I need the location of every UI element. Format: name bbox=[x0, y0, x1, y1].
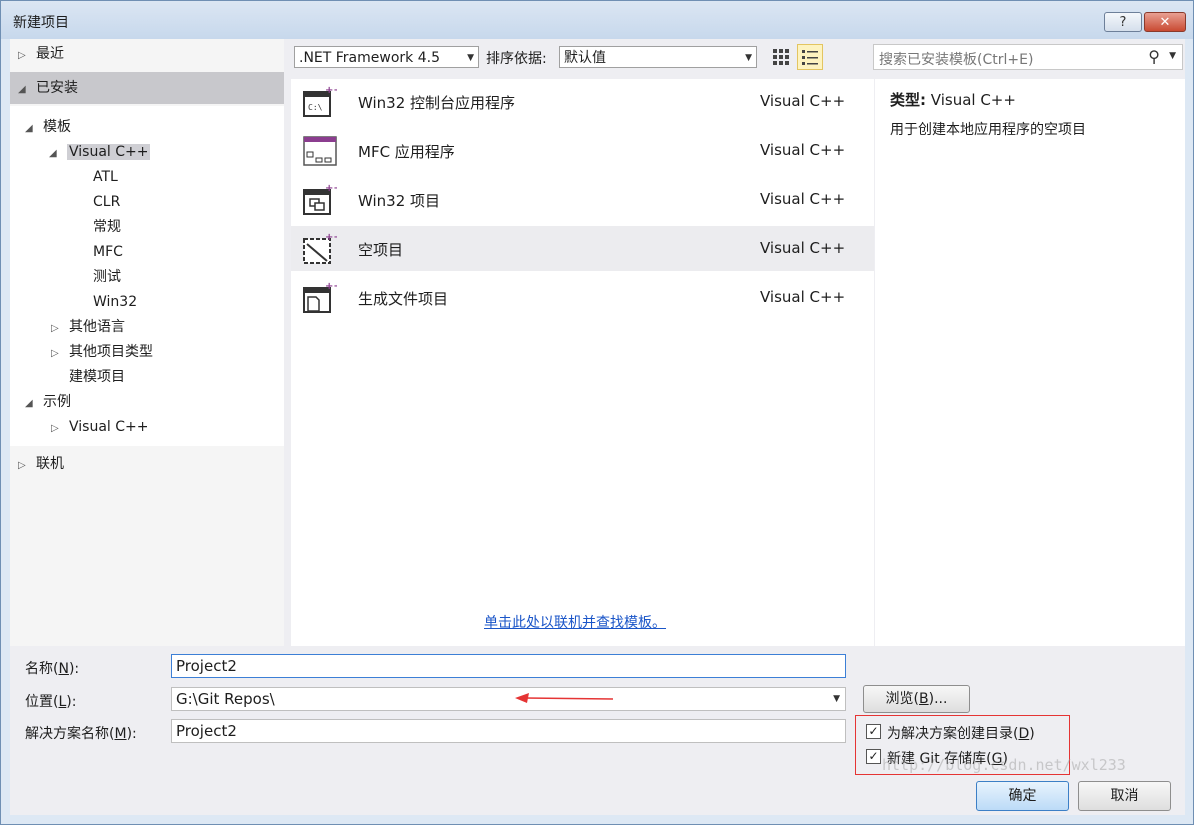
grid-view-icon bbox=[773, 49, 789, 65]
tree-item-mfc[interactable]: MFC bbox=[93, 240, 123, 264]
create-directory-checkbox[interactable]: ✓ bbox=[866, 724, 881, 739]
template-language: Visual C++ bbox=[760, 141, 846, 159]
search-placeholder: 搜索已安装模板(Ctrl+E) bbox=[879, 52, 1034, 68]
template-language: Visual C++ bbox=[760, 92, 846, 110]
solution-name-input[interactable]: Project2 bbox=[171, 719, 846, 743]
tree-item-visual-cpp[interactable]: ◢ Visual C++ bbox=[49, 140, 151, 166]
expand-arrow-icon[interactable]: ▷ bbox=[18, 44, 36, 68]
tree-item-modeling[interactable]: 建模项目 bbox=[69, 365, 125, 389]
template-name: 空项目 bbox=[358, 241, 404, 259]
template-name: 生成文件项目 bbox=[358, 290, 449, 308]
empty-project-icon: ++ bbox=[303, 232, 337, 264]
tree-item-atl[interactable]: ATL bbox=[93, 165, 118, 189]
close-icon: ✕ bbox=[1159, 15, 1171, 30]
collapse-arrow-icon[interactable]: ◢ bbox=[25, 392, 43, 416]
tree-item-general[interactable]: 常规 bbox=[93, 215, 121, 239]
template-row[interactable]: ++ 生成文件项目 Visual C++ bbox=[291, 275, 874, 320]
chevron-down-icon[interactable]: ▼ bbox=[833, 688, 840, 710]
tree-item-clr[interactable]: CLR bbox=[93, 190, 120, 214]
location-combobox[interactable]: G:\Git Repos\ ▼ bbox=[171, 687, 846, 711]
find-templates-online-link[interactable]: 单击此处以联机并查找模板。 bbox=[484, 612, 666, 632]
expand-arrow-icon[interactable]: ▷ bbox=[51, 342, 69, 366]
svg-text:C:\: C:\ bbox=[308, 103, 323, 112]
description-panel: 类型: Visual C++ 用于创建本地应用程序的空项目 bbox=[875, 79, 1185, 646]
location-label: 位置(L): bbox=[25, 694, 77, 710]
red-arrow-annotation-icon bbox=[515, 693, 614, 703]
template-language: Visual C++ bbox=[760, 239, 846, 257]
browse-button[interactable]: 浏览(B)... bbox=[863, 685, 970, 713]
expand-arrow-icon[interactable]: ▷ bbox=[18, 454, 36, 478]
project-name-input[interactable]: Project2 bbox=[171, 654, 846, 678]
close-button[interactable]: ✕ bbox=[1144, 12, 1186, 32]
template-name: Win32 控制台应用程序 bbox=[358, 94, 516, 112]
dialog-title: 新建项目 bbox=[13, 15, 69, 31]
new-git-repo-label[interactable]: 新建 Git 存储库(G) bbox=[887, 748, 1008, 768]
grid-view-button[interactable] bbox=[768, 44, 794, 70]
create-directory-label[interactable]: 为解决方案创建目录(D) bbox=[887, 723, 1035, 743]
svg-text:++: ++ bbox=[325, 85, 337, 96]
dialog-content: ▷ 最近 ◢ 已安装 ◢ 模板 ◢ Visual C++ ATL CLR 常规 MFC … bbox=[10, 39, 1185, 815]
new-git-repo-checkbox[interactable]: ✓ bbox=[866, 749, 881, 764]
tree-item-test[interactable]: 测试 bbox=[93, 265, 121, 289]
tree-item-samples-visual-cpp[interactable]: ▷ Visual C++ bbox=[51, 415, 148, 439]
tree-item-installed[interactable]: ◢ 已安装 bbox=[18, 76, 78, 100]
template-list: C:\ ++ Win32 控制台应用程序 Visual C++ MFC 应用程序… bbox=[291, 79, 874, 646]
ok-button[interactable]: 确定 bbox=[976, 781, 1069, 811]
win32-project-icon: ++ bbox=[303, 183, 337, 215]
mfc-app-icon bbox=[303, 136, 337, 166]
template-description: 用于创建本地应用程序的空项目 bbox=[890, 122, 1086, 138]
template-row[interactable]: C:\ ++ Win32 控制台应用程序 Visual C++ bbox=[291, 79, 874, 124]
collapse-arrow-icon[interactable]: ◢ bbox=[49, 142, 67, 166]
collapse-arrow-icon[interactable]: ◢ bbox=[18, 78, 36, 102]
tree-item-samples[interactable]: ◢ 示例 bbox=[25, 390, 71, 414]
title-bar: 新建项目 ? ✕ bbox=[1, 1, 1193, 39]
template-name: Win32 项目 bbox=[358, 192, 441, 210]
tree-item-win32[interactable]: Win32 bbox=[93, 290, 137, 314]
expand-arrow-icon[interactable]: ▷ bbox=[51, 417, 69, 441]
tree-item-templates[interactable]: ◢ 模板 bbox=[25, 115, 71, 139]
template-type: 类型: Visual C++ bbox=[890, 91, 1016, 109]
template-search-input[interactable]: 搜索已安装模板(Ctrl+E) ⚲ ▼ bbox=[873, 44, 1183, 70]
tree-item-other-languages[interactable]: ▷ 其他语言 bbox=[51, 315, 125, 339]
template-language: Visual C++ bbox=[760, 190, 846, 208]
list-view-icon bbox=[802, 50, 818, 65]
console-app-icon: C:\ ++ bbox=[303, 85, 337, 117]
sort-select[interactable]: 默认值 ▼ bbox=[559, 46, 757, 68]
template-row[interactable]: MFC 应用程序 Visual C++ bbox=[291, 128, 874, 173]
search-icon[interactable]: ⚲ bbox=[1148, 47, 1160, 66]
svg-text:++: ++ bbox=[325, 183, 337, 194]
tree-item-online[interactable]: ▷ 联机 bbox=[18, 452, 64, 476]
help-icon: ? bbox=[1119, 15, 1127, 30]
template-row-selected[interactable]: ++ 空项目 Visual C++ bbox=[291, 226, 874, 271]
tree-item-recent[interactable]: ▷ 最近 bbox=[18, 42, 64, 66]
chevron-down-icon: ▼ bbox=[467, 53, 474, 63]
cancel-button[interactable]: 取消 bbox=[1078, 781, 1171, 811]
help-button[interactable]: ? bbox=[1104, 12, 1142, 32]
template-language: Visual C++ bbox=[760, 288, 846, 306]
template-toolbar: .NET Framework 4.5 ▼ 排序依据: 默认值 ▼ 搜索已安装模板… bbox=[291, 39, 1185, 79]
chevron-down-icon[interactable]: ▼ bbox=[1169, 51, 1176, 61]
list-view-button[interactable] bbox=[797, 44, 823, 70]
sort-label: 排序依据: bbox=[486, 51, 547, 67]
name-label: 名称(N): bbox=[25, 661, 80, 677]
svg-text:++: ++ bbox=[325, 281, 337, 292]
svg-text:++: ++ bbox=[325, 232, 337, 243]
makefile-project-icon: ++ bbox=[303, 281, 337, 313]
template-row[interactable]: ++ Win32 项目 Visual C++ bbox=[291, 177, 874, 222]
chevron-down-icon: ▼ bbox=[745, 53, 752, 63]
framework-select[interactable]: .NET Framework 4.5 ▼ bbox=[294, 46, 479, 68]
expand-arrow-icon[interactable]: ▷ bbox=[51, 317, 69, 341]
solution-name-label: 解决方案名称(M): bbox=[25, 726, 137, 742]
tree-item-other-project-types[interactable]: ▷ 其他项目类型 bbox=[51, 340, 153, 364]
new-project-dialog: 新建项目 ? ✕ ▷ 最近 ◢ 已安装 ◢ 模板 ◢ Visual C++ ATL CL… bbox=[0, 0, 1194, 825]
template-name: MFC 应用程序 bbox=[358, 143, 455, 161]
category-tree: ▷ 最近 ◢ 已安装 ◢ 模板 ◢ Visual C++ ATL CLR 常规 MFC … bbox=[10, 39, 284, 646]
collapse-arrow-icon[interactable]: ◢ bbox=[25, 117, 43, 141]
